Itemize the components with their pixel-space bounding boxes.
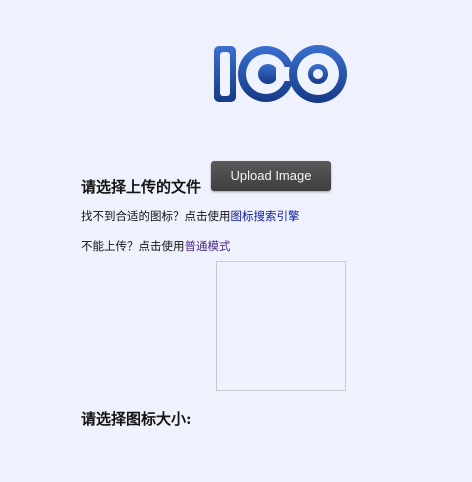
ico-logo [214, 45, 347, 103]
icon-search-engine-link[interactable]: 图标搜索引擎 [231, 209, 300, 223]
search-help-line: 找不到合适的图标？点击使用图标搜索引擎 [81, 208, 300, 224]
page: 请选择上传的文件 Upload Image 找不到合适的图标？点击使用图标搜索引… [0, 0, 472, 482]
upload-image-button[interactable]: Upload Image [211, 161, 331, 191]
icon-size-heading: 请选择图标大小: [81, 410, 192, 428]
image-preview-box [216, 261, 346, 391]
normal-mode-help-line: 不能上传？点击使用普通模式 [81, 238, 231, 254]
normal-mode-help-text: 不能上传？点击使用 [81, 239, 185, 253]
normal-mode-link[interactable]: 普通模式 [185, 239, 231, 253]
search-help-text: 找不到合适的图标？点击使用 [81, 209, 231, 223]
upload-heading: 请选择上传的文件 [81, 178, 202, 196]
